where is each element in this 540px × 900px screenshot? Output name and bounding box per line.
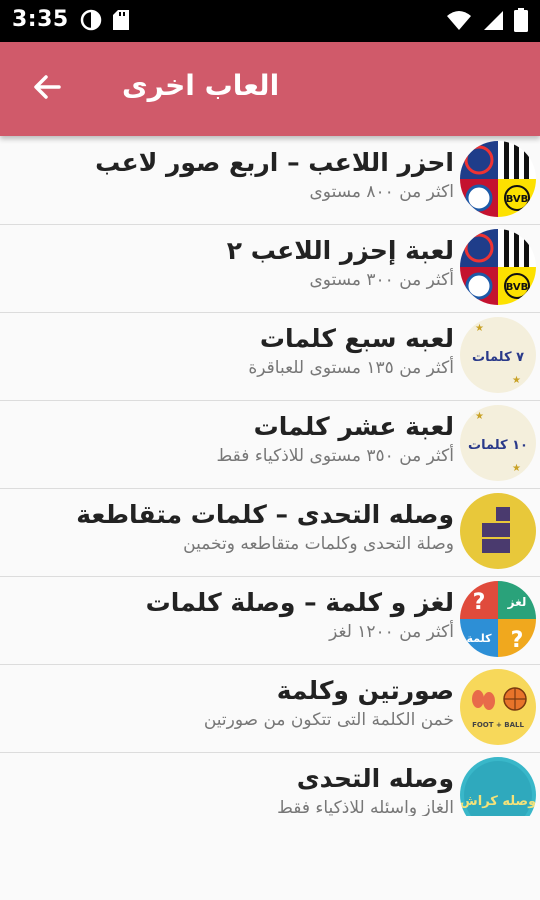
svg-text:★: ★	[475, 323, 484, 334]
game-subtitle: أكثر من ٣٥٠ مستوى للاذكياء فقط	[216, 446, 454, 466]
list-item[interactable]: ? ? لغز كلمة لغز و كلمة – وصلة كلمات أكث…	[0, 576, 540, 665]
game-title: لغز و كلمة – وصلة كلمات	[145, 588, 454, 617]
football-clubs-thumbnail: BVB	[460, 229, 536, 305]
list-item[interactable]: BVB لعبة إحزر اللاعب ٢ أكثر من ٣٠٠ مستوى	[0, 224, 540, 313]
challenge-thumbnail: وصله كراش	[460, 757, 536, 816]
crossword-thumbnail	[460, 493, 536, 569]
svg-text:BVB: BVB	[506, 282, 529, 293]
game-subtitle: أكثر من ١٣٥ مستوى للعباقرة	[248, 358, 454, 378]
game-subtitle: الغاز واسئله للاذكياء فقط	[277, 798, 454, 816]
list-item[interactable]: وصله كراش وصله التحدى الغاز واسئله للاذك…	[0, 752, 540, 816]
arrow-back-icon	[31, 71, 63, 107]
signal-icon	[482, 9, 504, 35]
two-pictures-thumbnail: FOOT + BALL	[460, 669, 536, 745]
wifi-icon	[446, 9, 472, 35]
list-item[interactable]: ★ ★ ١٠ كلمات لعبة عشر كلمات أكثر من ٣٥٠ …	[0, 400, 540, 489]
svg-text:★: ★	[475, 411, 484, 422]
game-title: لعبه سبع كلمات	[259, 324, 454, 353]
game-subtitle: وصلة التحدى وكلمات متقاطعه وتخمين	[183, 534, 454, 554]
game-title: لعبة إحزر اللاعب ٢	[226, 236, 454, 265]
list-item[interactable]: BVB احزر اللاعب – اربع صور لاعب اكثر من …	[0, 136, 540, 225]
thumbnail-label: ١٠ كلمات	[468, 438, 528, 453]
back-button[interactable]	[22, 64, 72, 114]
app-bar: العاب اخرى	[0, 42, 540, 136]
data-saver-icon	[80, 9, 102, 35]
list-item[interactable]: وصله التحدى – كلمات متقاطعة وصلة التحدى …	[0, 488, 540, 577]
game-title: صورتين وكلمة	[276, 676, 454, 705]
game-subtitle: خمن الكلمة التى تتكون من صورتين	[203, 710, 454, 730]
thumbnail-label: لغز	[507, 595, 527, 609]
game-title: وصله التحدى – كلمات متقاطعة	[76, 500, 454, 529]
seven-words-thumbnail: ★ ★ ٧ كلمات	[460, 317, 536, 393]
ten-words-thumbnail: ★ ★ ١٠ كلمات	[460, 405, 536, 481]
game-title: وصله التحدى	[296, 764, 454, 793]
game-title: احزر اللاعب – اربع صور لاعب	[95, 148, 454, 177]
svg-text:★: ★	[512, 375, 521, 386]
football-clubs-thumbnail: BVB	[460, 141, 536, 217]
list-item[interactable]: ★ ★ ٧ كلمات لعبه سبع كلمات أكثر من ١٣٥ م…	[0, 312, 540, 401]
status-time: 3:35	[12, 7, 69, 32]
svg-text:★: ★	[512, 463, 521, 474]
thumbnail-label: وصله كراش	[460, 794, 536, 809]
battery-icon	[514, 8, 528, 36]
svg-text:?: ?	[511, 628, 524, 653]
games-list: BVB احزر اللاعب – اربع صور لاعب اكثر من …	[0, 136, 540, 816]
sd-card-icon	[112, 9, 130, 35]
svg-text:?: ?	[473, 590, 486, 615]
page-title: العاب اخرى	[122, 69, 280, 102]
thumbnail-label: FOOT + BALL	[472, 721, 524, 729]
riddle-word-thumbnail: ? ? لغز كلمة	[460, 581, 536, 657]
game-subtitle: اكثر من ٨٠٠ مستوى	[309, 182, 455, 202]
game-subtitle: أكثر من ٣٠٠ مستوى	[309, 270, 455, 290]
thumbnail-label: ٧ كلمات	[472, 350, 524, 365]
game-subtitle: أكثر من ١٢٠٠ لغز	[329, 622, 454, 642]
game-title: لعبة عشر كلمات	[253, 412, 454, 441]
status-bar: 3:35	[0, 0, 540, 42]
thumbnail-label: كلمة	[467, 632, 493, 645]
list-item[interactable]: FOOT + BALL صورتين وكلمة خمن الكلمة التى…	[0, 664, 540, 753]
svg-text:BVB: BVB	[506, 194, 529, 205]
